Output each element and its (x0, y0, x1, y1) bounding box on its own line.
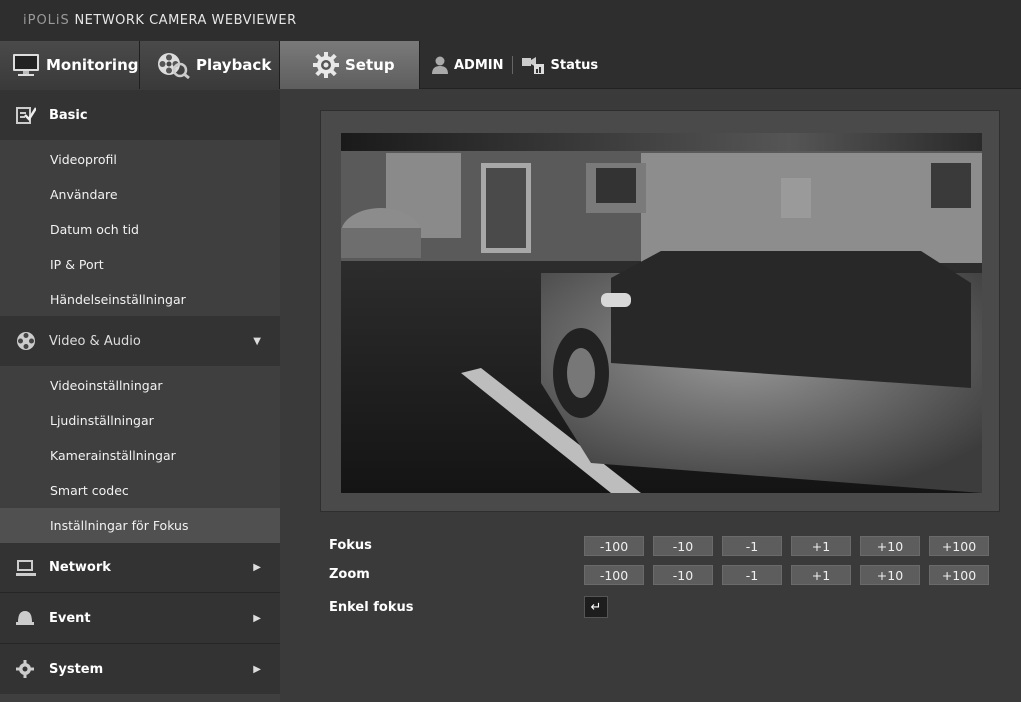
sidebar-item-label: Inställningar för Fokus (50, 518, 189, 533)
sidebar-section-system-label: System (49, 661, 104, 677)
chevron-right-icon: ▶ (253, 612, 261, 624)
fokus-minus-1-button[interactable]: -1 (722, 536, 782, 556)
monitor-icon (12, 53, 40, 77)
zoom-label: Zoom (329, 567, 370, 582)
sidebar-item-label: Kamerainställningar (50, 448, 176, 463)
fokus-minus-10-button[interactable]: -10 (653, 536, 713, 556)
sidebar-item-label: Datum och tid (50, 222, 139, 237)
app-title: iPOLiS NETWORK CAMERA WEBVIEWER (23, 13, 297, 28)
fokus-plus-10-button[interactable]: +10 (860, 536, 920, 556)
sidebar-item-label: IP & Port (50, 257, 104, 272)
tab-monitoring-label: Monitoring (46, 56, 139, 74)
fokus-button-row: -100 -10 -1 +1 +10 +100 (584, 536, 998, 556)
sidebar-item-handelseinstallningar[interactable]: Händelseinställningar (0, 282, 280, 317)
gear-icon (16, 660, 34, 678)
tab-playback-label: Playback (196, 56, 272, 74)
sidebar-section-system[interactable]: System ▶ (0, 644, 280, 694)
chevron-down-icon: ▼ (253, 335, 261, 347)
enkel-fokus-label: Enkel fokus (329, 600, 414, 615)
network-icon (16, 559, 36, 577)
camera-image (341, 133, 982, 493)
sidebar-section-network-label: Network (49, 560, 111, 575)
sidebar-item-label: Smart codec (50, 483, 129, 498)
fokus-plus-100-button[interactable]: +100 (929, 536, 989, 556)
sidebar-item-smart-codec[interactable]: Smart codec (0, 473, 280, 508)
sidebar-section-basic[interactable]: Basic (0, 90, 280, 140)
tab-setup[interactable]: Setup (280, 41, 420, 89)
zoom-plus-100-button[interactable]: +100 (929, 565, 989, 585)
sidebar-section-basic-label: Basic (49, 107, 88, 123)
sidebar-section-event[interactable]: Event ▶ (0, 593, 280, 643)
zoom-plus-10-button[interactable]: +10 (860, 565, 920, 585)
sidebar-item-kamerainstallningar[interactable]: Kamerainställningar (0, 438, 280, 473)
user-area: ADMIN Status (432, 41, 598, 89)
user-name[interactable]: ADMIN (454, 58, 504, 73)
separator (511, 56, 513, 74)
sidebar-section-event-label: Event (49, 610, 91, 626)
user-icon (432, 56, 448, 74)
sidebar-section-video-audio-label: Video & Audio (49, 333, 141, 349)
gear-icon (313, 52, 339, 78)
sidebar-item-label: Användare (50, 187, 118, 202)
sidebar-item-anvandare[interactable]: Användare (0, 177, 280, 212)
app-header: iPOLiS NETWORK CAMERA WEBVIEWER (0, 0, 1021, 41)
zoom-minus-100-button[interactable]: -100 (584, 565, 644, 585)
sidebar-item-label: Ljudinställningar (50, 413, 154, 428)
enter-icon: ↵ (590, 599, 602, 615)
status-link[interactable]: Status (551, 58, 599, 73)
tab-setup-label: Setup (345, 56, 395, 74)
tab-monitoring[interactable]: Monitoring (0, 41, 140, 89)
sidebar-item-videoprofil[interactable]: Videoprofil (0, 142, 280, 177)
zoom-button-row: -100 -10 -1 +1 +10 +100 (584, 565, 998, 585)
film-reel-icon (16, 331, 36, 351)
sidebar-item-videoinstallningar[interactable]: Videoinställningar (0, 368, 280, 403)
sidebar: Basic Videoprofil Användare Datum och ti… (0, 90, 280, 702)
sidebar-section-network[interactable]: Network ▶ (0, 543, 280, 592)
sidebar-item-ljudinstallningar[interactable]: Ljudinställningar (0, 403, 280, 438)
bell-icon (16, 609, 34, 627)
fokus-plus-1-button[interactable]: +1 (791, 536, 851, 556)
zoom-minus-10-button[interactable]: -10 (653, 565, 713, 585)
enkel-fokus-button[interactable]: ↵ (584, 596, 608, 618)
status-icon (521, 55, 545, 75)
fokus-label: Fokus (329, 538, 372, 553)
top-nav: Monitoring Playback Setup ADMIN Status (0, 41, 1021, 89)
sidebar-item-installningar-for-fokus[interactable]: Inställningar för Fokus (0, 508, 280, 543)
brand-prefix: iPOLiS (23, 13, 70, 28)
sidebar-item-ip-port[interactable]: IP & Port (0, 247, 280, 282)
video-frame (320, 110, 1000, 512)
brand-title: NETWORK CAMERA WEBVIEWER (74, 13, 297, 28)
main-content: Fokus -100 -10 -1 +1 +10 +100 Zoom -100 … (280, 90, 1021, 702)
checklist-icon (16, 106, 36, 124)
sidebar-item-label: Händelseinställningar (50, 292, 186, 307)
chevron-right-icon: ▶ (253, 663, 261, 675)
fokus-minus-100-button[interactable]: -100 (584, 536, 644, 556)
sidebar-item-label: Videoprofil (50, 152, 117, 167)
zoom-minus-1-button[interactable]: -1 (722, 565, 782, 585)
chevron-right-icon: ▶ (253, 562, 261, 573)
sidebar-item-label: Videoinställningar (50, 378, 163, 393)
film-reel-icon (156, 51, 190, 79)
camera-preview[interactable] (341, 133, 982, 493)
tab-playback[interactable]: Playback (140, 41, 280, 89)
zoom-plus-1-button[interactable]: +1 (791, 565, 851, 585)
sidebar-item-datum-och-tid[interactable]: Datum och tid (0, 212, 280, 247)
sidebar-section-video-audio[interactable]: Video & Audio ▼ (0, 316, 280, 366)
